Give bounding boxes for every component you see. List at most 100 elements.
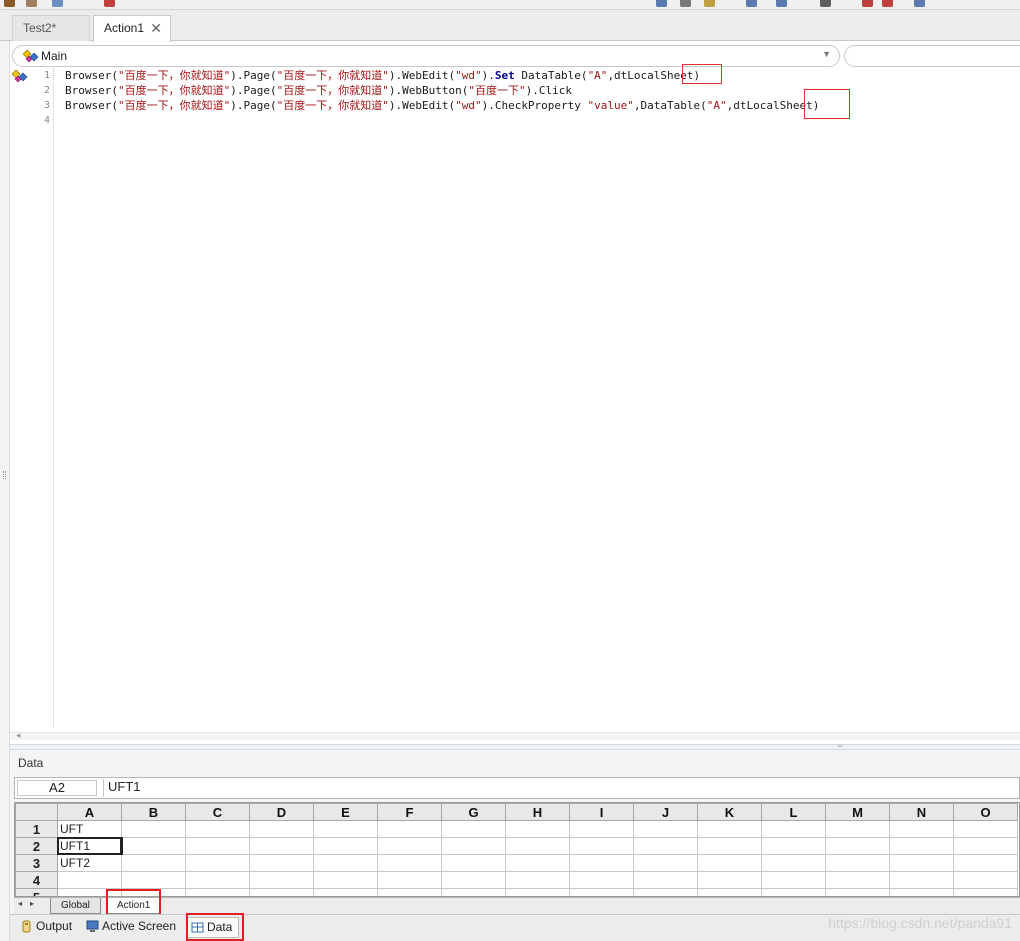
toolbar-icon[interactable] [914, 0, 925, 7]
table-cell[interactable] [633, 888, 698, 896]
table-cell[interactable] [825, 888, 890, 896]
toolbar-icon[interactable] [104, 0, 115, 7]
table-cell[interactable] [185, 854, 250, 872]
column-header[interactable]: E [313, 803, 378, 821]
column-header[interactable]: K [697, 803, 762, 821]
table-cell[interactable] [569, 837, 634, 855]
table-cell[interactable] [313, 854, 378, 872]
table-cell[interactable] [121, 871, 186, 889]
table-cell[interactable] [633, 854, 698, 872]
table-cell[interactable] [441, 820, 506, 838]
column-header[interactable]: A [57, 803, 122, 821]
row-header[interactable]: 5 [15, 888, 58, 896]
column-header[interactable]: H [505, 803, 570, 821]
toolbar-icon[interactable] [26, 0, 37, 7]
column-header[interactable]: L [761, 803, 826, 821]
table-cell[interactable] [633, 837, 698, 855]
table-cell[interactable] [505, 871, 570, 889]
code-editor[interactable]: 1 2 3 4 Browser("百度一下，你就知道").Page("百度一下，… [10, 64, 1020, 741]
table-cell[interactable]: UFT [57, 820, 122, 838]
table-cell[interactable] [825, 820, 890, 838]
code-lines[interactable]: Browser("百度一下，你就知道").Page("百度一下，你就知道").W… [65, 68, 1015, 128]
tab-test2[interactable]: Test2* [12, 15, 90, 41]
toolbar-icon[interactable] [862, 0, 873, 7]
table-cell[interactable] [313, 820, 378, 838]
toolbar-icon[interactable] [776, 0, 787, 7]
editor-horizontal-scrollbar[interactable]: ◂ [10, 730, 1020, 741]
table-cell[interactable] [313, 871, 378, 889]
table-cell[interactable] [697, 820, 762, 838]
column-header[interactable]: J [633, 803, 698, 821]
column-header[interactable]: I [569, 803, 634, 821]
table-cell[interactable] [569, 854, 634, 872]
table-cell[interactable] [377, 871, 442, 889]
close-icon[interactable]: ✕ [150, 16, 162, 40]
table-cell[interactable] [57, 871, 122, 889]
table-cell[interactable] [185, 837, 250, 855]
table-cell[interactable] [569, 820, 634, 838]
table-cell[interactable] [121, 820, 186, 838]
code-line[interactable]: Browser("百度一下，你就知道").Page("百度一下，你就知道").W… [65, 68, 1015, 83]
toolbar-icon[interactable] [746, 0, 757, 7]
table-cell[interactable] [377, 888, 442, 896]
cell-value-field[interactable]: UFT1 [103, 779, 1020, 797]
corner-cell[interactable] [15, 803, 58, 821]
tab-output[interactable]: Output [16, 917, 78, 938]
tab-active-screen[interactable]: Active Screen [82, 917, 182, 938]
row-header[interactable]: 3 [15, 854, 58, 872]
table-cell[interactable] [377, 854, 442, 872]
table-cell[interactable] [120, 837, 186, 855]
code-line[interactable]: Browser("百度一下，你就知道").Page("百度一下，你就知道").W… [65, 83, 1015, 98]
table-cell[interactable] [825, 854, 890, 872]
column-header[interactable]: M [825, 803, 890, 821]
table-cell[interactable] [185, 888, 250, 896]
table-cell[interactable] [633, 820, 698, 838]
table-cell[interactable] [953, 837, 1018, 855]
table-cell[interactable] [249, 837, 314, 855]
code-line[interactable]: Browser("百度一下，你就知道").Page("百度一下，你就知道").W… [65, 98, 1015, 113]
code-line[interactable] [65, 113, 1015, 128]
table-cell[interactable] [953, 871, 1018, 889]
column-header[interactable]: C [185, 803, 250, 821]
toolbar-icon[interactable] [704, 0, 715, 7]
table-cell[interactable] [249, 871, 314, 889]
toolbar-icon[interactable] [4, 0, 15, 7]
table-cell[interactable] [697, 888, 762, 896]
table-cell[interactable] [569, 888, 634, 896]
table-cell[interactable] [249, 888, 314, 896]
table-cell[interactable] [697, 871, 762, 889]
table-cell[interactable] [825, 871, 890, 889]
column-header[interactable]: O [953, 803, 1018, 821]
tab-action1[interactable]: Action1 ✕ [93, 15, 171, 42]
table-cell[interactable] [441, 888, 506, 896]
table-cell[interactable] [313, 837, 378, 855]
column-header[interactable]: D [249, 803, 314, 821]
table-cell[interactable] [249, 820, 314, 838]
table-cell[interactable] [889, 837, 954, 855]
table-cell[interactable] [889, 820, 954, 838]
table-cell[interactable] [761, 820, 826, 838]
cell-reference-box[interactable]: A2 [17, 780, 97, 796]
data-table-grid[interactable]: A B C D E F G H I J K L M N O 1 UFT 2 UF… [14, 802, 1020, 897]
row-header[interactable]: 1 [15, 820, 58, 838]
table-cell[interactable] [505, 854, 570, 872]
table-cell[interactable] [441, 837, 506, 855]
row-header[interactable]: 2 [15, 837, 58, 855]
table-cell[interactable] [761, 888, 826, 896]
table-cell[interactable] [121, 854, 186, 872]
table-cell[interactable] [697, 854, 762, 872]
table-cell[interactable] [441, 871, 506, 889]
table-cell[interactable] [313, 888, 378, 896]
table-cell[interactable] [505, 837, 570, 855]
table-cell[interactable] [825, 837, 890, 855]
table-cell[interactable] [889, 888, 954, 896]
table-cell[interactable] [761, 854, 826, 872]
table-cell[interactable] [249, 854, 314, 872]
table-cell[interactable] [761, 871, 826, 889]
column-header[interactable]: G [441, 803, 506, 821]
table-cell[interactable] [761, 837, 826, 855]
column-header[interactable]: N [889, 803, 954, 821]
table-cell[interactable] [377, 820, 442, 838]
table-cell[interactable] [633, 871, 698, 889]
scroll-left-icon[interactable]: ◂ [16, 730, 21, 741]
